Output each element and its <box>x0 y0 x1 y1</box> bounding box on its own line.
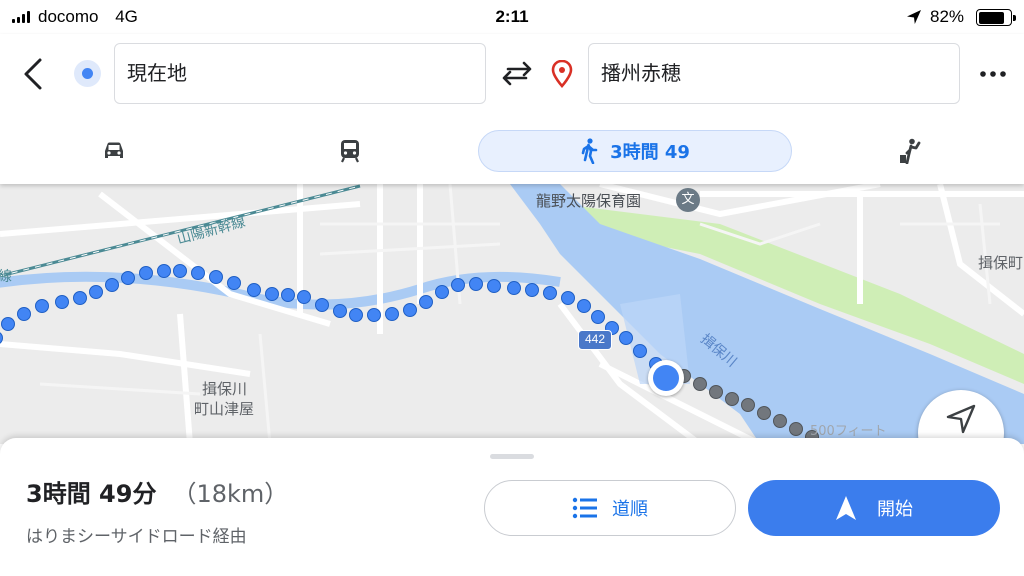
swap-arrows-icon[interactable] <box>498 58 536 88</box>
route-dot <box>333 304 347 318</box>
travel-mode-tabs: 3時間 49 <box>0 130 1024 176</box>
mode-transit-tab[interactable] <box>328 130 372 172</box>
route-dot <box>105 278 119 292</box>
map-canvas <box>0 184 1024 444</box>
route-dot <box>403 303 417 317</box>
route-distance: （18km） <box>172 480 289 508</box>
start-label: 開始 <box>877 499 913 520</box>
route-dot <box>121 271 135 285</box>
route-dot <box>487 279 501 293</box>
mode-ride-hail-tab[interactable] <box>888 130 932 172</box>
route-dot-remaining <box>725 392 739 406</box>
origin-input[interactable]: 現在地 <box>114 43 486 104</box>
location-arrow-icon <box>907 10 921 24</box>
route-dot-remaining <box>709 385 723 399</box>
route-dot <box>451 278 465 292</box>
route-dot <box>367 308 381 322</box>
route-dot <box>507 281 521 295</box>
list-icon <box>572 497 597 519</box>
ride-hail-icon <box>900 138 921 164</box>
map-label-town-line2: 町山津屋 <box>194 400 255 418</box>
map-label-town-line1: 揖保川 <box>202 380 248 398</box>
route-dot <box>247 283 261 297</box>
route-dot-remaining <box>693 377 707 391</box>
route-dot <box>191 266 205 280</box>
back-arrow-icon[interactable] <box>18 56 50 92</box>
route-duration: 3時間 49分 <box>26 480 157 508</box>
route-442-shield: 442 <box>578 330 612 350</box>
route-via: はりまシーサイドロード経由 <box>26 527 247 547</box>
route-dot <box>157 264 171 278</box>
battery-icon <box>976 9 1016 26</box>
route-dot <box>89 285 103 299</box>
route-dot-remaining <box>757 406 771 420</box>
clock: 2:11 <box>495 7 529 26</box>
map-scale-label: 500フィート <box>810 424 887 439</box>
destination-pin-icon <box>551 60 573 88</box>
mode-driving-tab[interactable] <box>92 130 136 172</box>
route-dot <box>227 276 241 290</box>
school-icon[interactable]: 文 <box>676 188 700 212</box>
map-label-shinkansen-edge: 線 <box>0 269 12 285</box>
route-dot <box>419 295 433 309</box>
route-dot <box>435 285 449 299</box>
drag-handle[interactable] <box>490 454 534 459</box>
walk-icon <box>581 138 598 164</box>
route-dot <box>17 307 31 321</box>
origin-dot-icon <box>74 60 101 87</box>
route-dot-remaining <box>789 422 803 436</box>
route-dot <box>139 266 153 280</box>
route-dot <box>73 291 87 305</box>
route-dot <box>265 287 279 301</box>
current-location-marker[interactable] <box>648 360 684 396</box>
route-summary: 3時間 49分 （18km） <box>26 474 288 509</box>
route-dot <box>619 331 633 345</box>
battery-percent: 82% <box>930 7 965 26</box>
route-dot <box>281 288 295 302</box>
route-dot <box>297 290 311 304</box>
route-dot <box>35 299 49 313</box>
navigation-arrow-up-icon <box>836 496 856 520</box>
directions-header: 現在地 播州赤穂 3時間 49 <box>0 34 1024 184</box>
route-dot <box>315 298 329 312</box>
destination-input[interactable]: 播州赤穂 <box>588 43 960 104</box>
car-icon <box>105 142 123 158</box>
steps-label: 道順 <box>612 499 648 520</box>
route-summary-sheet[interactable]: 3時間 49分 （18km） はりまシーサイドロード経由 道順 開始 <box>0 438 1024 576</box>
map-label-area-right: 揖保町 <box>978 254 1024 272</box>
route-dot <box>543 286 557 300</box>
route-dot <box>633 344 647 358</box>
route-dot <box>173 264 187 278</box>
route-dot <box>561 291 575 305</box>
route-dot <box>577 299 591 313</box>
route-dot <box>55 295 69 309</box>
map-label-school: 龍野太陽保育園 <box>536 192 642 210</box>
steps-button[interactable]: 道順 <box>484 480 736 536</box>
route-dot <box>1 317 15 331</box>
start-button[interactable]: 開始 <box>748 480 1000 536</box>
status-bar: docomo 4G 2:11 82% <box>0 0 1024 34</box>
mode-walking-tab[interactable]: 3時間 49 <box>478 130 792 172</box>
route-dot <box>469 277 483 291</box>
route-dot-remaining <box>741 398 755 412</box>
route-dot <box>591 310 605 324</box>
route-dot <box>525 283 539 297</box>
more-options-icon[interactable] <box>978 60 1008 88</box>
route-dot <box>385 307 399 321</box>
navigation-arrow-icon <box>946 404 976 434</box>
walking-duration-label: 3時間 49 <box>610 142 690 163</box>
route-dot <box>209 270 223 284</box>
route-dot <box>349 308 363 322</box>
route-dot-remaining <box>773 414 787 428</box>
map-view[interactable]: 山陽新幹線 線 龍野太陽保育園 文 揖保川 揖保川 町山津屋 揖保町 442 5… <box>0 184 1024 444</box>
train-icon <box>341 140 359 163</box>
